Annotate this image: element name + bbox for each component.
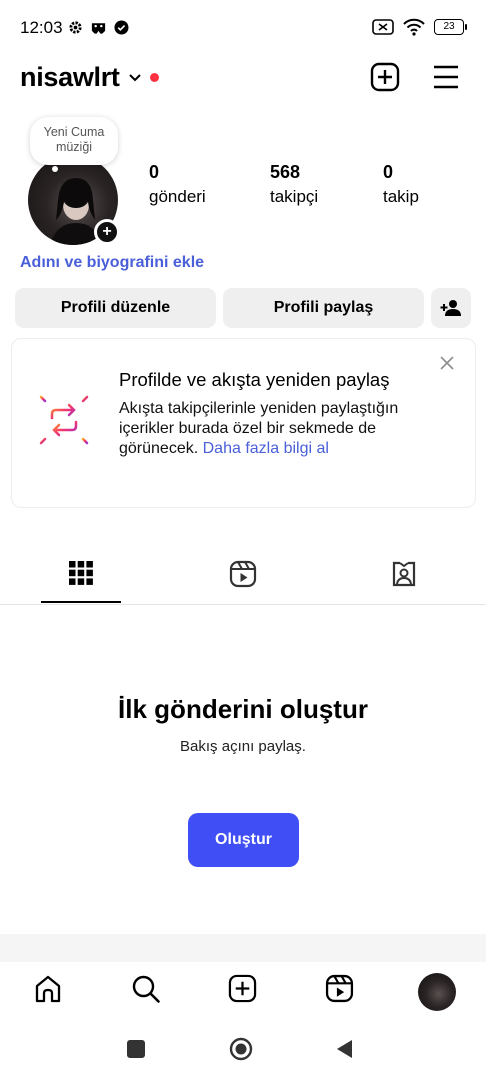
add-story-button[interactable]: + bbox=[94, 219, 120, 245]
stat-label: takipçi bbox=[270, 187, 319, 206]
repost-icon bbox=[28, 384, 100, 456]
chevron-down-icon bbox=[128, 73, 141, 81]
add-person-icon bbox=[440, 300, 461, 316]
edit-profile-button[interactable]: Profili düzenle bbox=[15, 288, 216, 328]
status-left-icons bbox=[68, 20, 129, 35]
empty-state-title: İlk gönderini oluştur bbox=[118, 694, 368, 724]
close-icon[interactable] bbox=[440, 356, 454, 370]
card-body: Akışta takipçilerinle yeniden paylaştığı… bbox=[119, 399, 419, 459]
add-bio-link[interactable]: Adını ve biyografini ekle bbox=[20, 254, 204, 272]
stat-label: gönderi bbox=[149, 187, 206, 206]
plus-square-icon bbox=[370, 62, 400, 92]
no-sim-icon bbox=[372, 19, 394, 35]
stat-followers[interactable]: 568 takipçi bbox=[270, 162, 318, 207]
active-tab-indicator bbox=[41, 601, 121, 603]
grid-icon bbox=[69, 561, 93, 585]
nav-search[interactable] bbox=[131, 974, 161, 1004]
nav-profile-avatar[interactable] bbox=[418, 973, 456, 1011]
discover-people-button[interactable] bbox=[431, 288, 471, 328]
notification-dot bbox=[149, 73, 159, 82]
create-post-button[interactable] bbox=[370, 62, 400, 92]
username-switcher[interactable]: nisawlrt bbox=[20, 62, 159, 93]
menu-button[interactable] bbox=[432, 64, 460, 90]
tab-posts-grid[interactable] bbox=[68, 560, 94, 586]
note-bubble[interactable]: Yeni Cuma müziği bbox=[30, 117, 118, 165]
stat-following[interactable]: 0 takip bbox=[383, 162, 419, 207]
create-icon bbox=[228, 974, 257, 1003]
username: nisawlrt bbox=[20, 62, 120, 92]
tab-reels[interactable] bbox=[229, 560, 257, 588]
game-controller-icon bbox=[91, 22, 106, 34]
wifi-icon bbox=[403, 18, 425, 36]
stat-value: 0 bbox=[149, 162, 160, 182]
hamburger-menu-icon bbox=[434, 65, 458, 89]
stat-posts: 0 gönderi bbox=[149, 162, 206, 207]
back-triangle-icon bbox=[337, 1040, 352, 1058]
nav-reels[interactable] bbox=[325, 974, 354, 1003]
tagged-person-icon bbox=[392, 561, 416, 587]
stat-value: 0 bbox=[383, 162, 394, 182]
card-title: Profilde ve akışta yeniden paylaş bbox=[119, 369, 390, 390]
home-button[interactable] bbox=[229, 1037, 253, 1061]
home-circle-icon bbox=[229, 1037, 253, 1061]
reels-icon bbox=[325, 974, 354, 1003]
search-icon bbox=[132, 975, 160, 1003]
nav-create[interactable] bbox=[228, 974, 257, 1003]
recent-apps-button[interactable] bbox=[127, 1040, 145, 1058]
stat-value: 568 bbox=[270, 162, 301, 182]
reels-icon bbox=[229, 560, 257, 588]
note-bubble-tail bbox=[52, 166, 58, 172]
content-bottom-strip bbox=[0, 934, 486, 962]
share-profile-button[interactable]: Profili paylaş bbox=[223, 288, 424, 328]
status-right-icons: 23 bbox=[372, 18, 467, 36]
check-circle-icon bbox=[114, 20, 129, 35]
gear-icon bbox=[69, 21, 82, 34]
home-icon bbox=[35, 975, 61, 1003]
battery-indicator: 23 bbox=[434, 19, 467, 35]
back-button[interactable] bbox=[336, 1039, 354, 1059]
create-button[interactable]: Oluştur bbox=[188, 813, 299, 867]
status-time: 12:03 bbox=[20, 18, 63, 37]
nav-home[interactable] bbox=[34, 974, 62, 1004]
tab-divider bbox=[0, 604, 486, 605]
tab-tagged[interactable] bbox=[390, 560, 418, 588]
learn-more-link[interactable]: Daha fazla bilgi al bbox=[203, 440, 329, 457]
stat-label: takip bbox=[383, 187, 419, 206]
empty-state-subtitle: Bakış açını paylaş. bbox=[180, 738, 306, 755]
